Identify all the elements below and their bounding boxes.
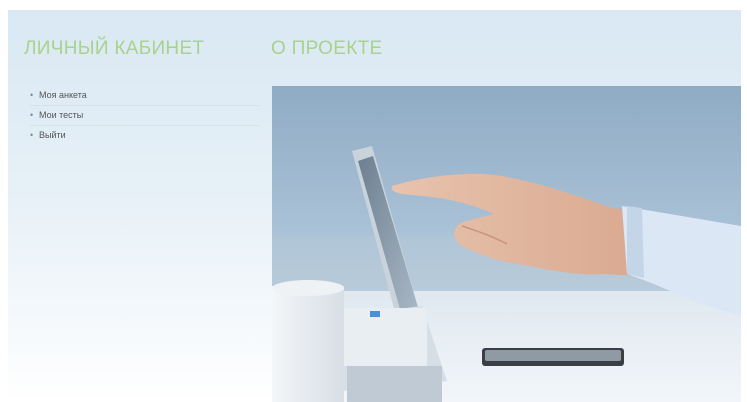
sidebar-item-my-profile[interactable]: • Моя анкета bbox=[30, 86, 260, 106]
sidebar-item-logout[interactable]: • Выйти bbox=[30, 126, 260, 145]
hero-image bbox=[272, 86, 741, 402]
bullet-icon: • bbox=[30, 90, 34, 100]
sidebar-item-my-tests[interactable]: • Мои тесты bbox=[30, 106, 260, 126]
bullet-icon: • bbox=[30, 130, 34, 140]
hand-touching-laptop-photo bbox=[272, 86, 741, 402]
sidebar-title: ЛИЧНЫЙ КАБИНЕТ bbox=[24, 38, 205, 59]
sidebar-menu: • Моя анкета • Мои тесты • Выйти bbox=[30, 86, 260, 145]
page: ЛИЧНЫЙ КАБИНЕТ • Моя анкета • Мои тесты … bbox=[0, 0, 747, 402]
sidebar-item-label: Мои тесты bbox=[39, 110, 84, 120]
sidebar-item-label: Моя анкета bbox=[39, 90, 87, 100]
sidebar-item-label: Выйти bbox=[39, 130, 66, 140]
bullet-icon: • bbox=[30, 110, 34, 120]
page-title: О ПРОЕКТЕ bbox=[271, 38, 383, 59]
